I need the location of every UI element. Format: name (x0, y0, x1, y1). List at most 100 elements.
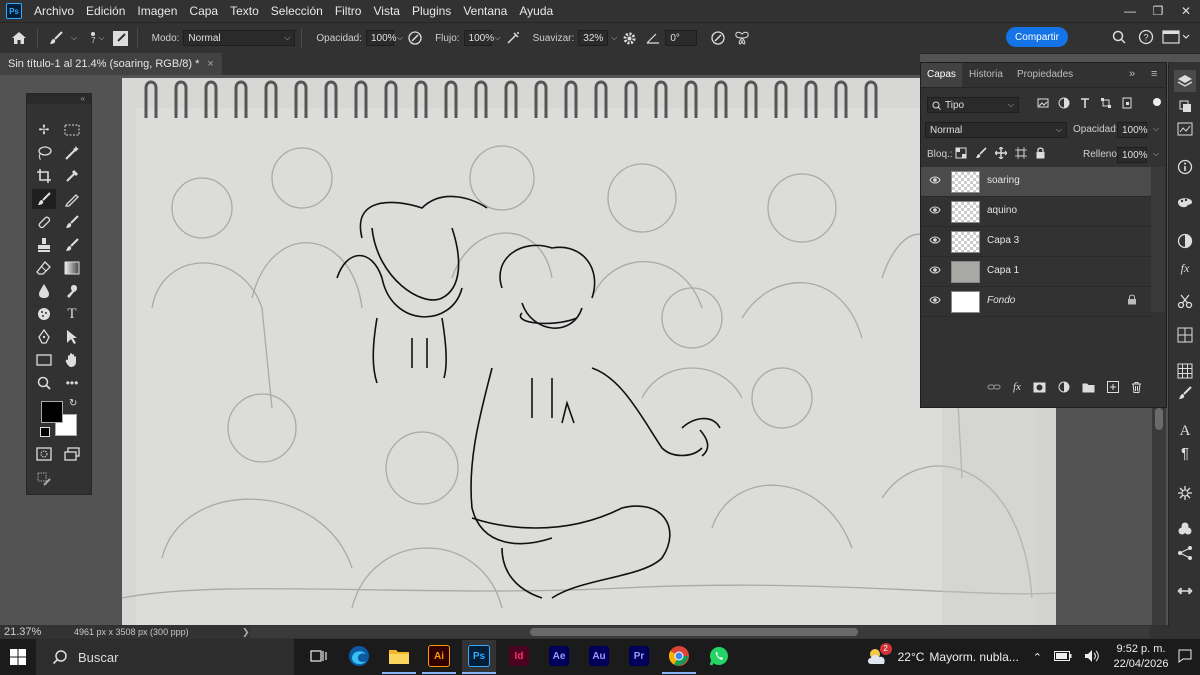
mode-select[interactable]: Normal ⌵ (183, 30, 296, 46)
more-tools-icon[interactable]: ••• (60, 373, 84, 393)
adjustments-panel-icon[interactable] (1174, 230, 1196, 252)
menu-imagen[interactable]: Imagen (131, 0, 183, 22)
lock-all-icon[interactable] (1035, 147, 1046, 159)
collapse-icon[interactable]: « (27, 94, 91, 104)
angle-field[interactable]: 0° (665, 30, 698, 46)
chevron-down-icon[interactable]: ⌵ (495, 33, 501, 43)
layer-row-soaring[interactable]: soaring (921, 167, 1151, 197)
eraser-icon[interactable] (32, 258, 56, 278)
chrome-icon[interactable] (662, 640, 696, 674)
after-effects-icon[interactable]: Ae (542, 640, 576, 674)
edge-icon[interactable] (342, 640, 376, 674)
opacity-field[interactable]: 100% (366, 30, 397, 46)
menu-ayuda[interactable]: Ayuda (513, 0, 559, 22)
visibility-eye-icon[interactable] (929, 235, 941, 248)
lock-pixels-icon[interactable] (975, 147, 987, 159)
flow-field[interactable]: 100% (463, 30, 494, 46)
whatsapp-icon[interactable] (702, 640, 736, 674)
layer-mask-icon[interactable] (1033, 382, 1046, 393)
history-brush-icon[interactable] (60, 235, 84, 255)
healing-brush-icon[interactable] (32, 212, 56, 232)
close-icon[interactable]: × (207, 58, 213, 70)
search-icon[interactable] (1110, 28, 1128, 46)
shape-filter-icon[interactable] (1100, 97, 1112, 109)
tab-propiedades[interactable]: Propiedades (1011, 63, 1079, 87)
chevron-down-icon[interactable]: ⌵ (611, 33, 617, 43)
symmetry-butterfly-icon[interactable] (733, 29, 751, 47)
horizontal-scroll-thumb[interactable] (530, 628, 858, 636)
adjustment-filter-icon[interactable] (1058, 97, 1070, 109)
filter-toggle-icon[interactable] (1153, 98, 1161, 106)
pen-tool-icon[interactable] (32, 327, 56, 347)
rectangle-tool-icon[interactable] (32, 350, 56, 370)
lasso-tool-icon[interactable] (32, 143, 56, 163)
swatches-grid-icon[interactable] (1174, 360, 1196, 382)
chevron-down-icon[interactable]: ⌵ (1153, 124, 1159, 134)
chevron-down-icon[interactable]: ⌵ (1153, 149, 1159, 159)
battery-icon[interactable] (1054, 650, 1072, 664)
workspace-icon[interactable] (1162, 28, 1192, 46)
brush-preset-picker[interactable]: 7 (91, 31, 96, 45)
panel-menu-icon[interactable]: ≡ (1151, 68, 1157, 80)
menu-archivo[interactable]: Archivo (28, 0, 80, 22)
visibility-eye-icon[interactable] (929, 265, 941, 278)
notifications-icon[interactable] (1178, 649, 1192, 666)
type-tool-icon[interactable]: T (60, 304, 84, 324)
share-button[interactable]: Compartir (1006, 27, 1068, 47)
collapse-panel-icon[interactable]: » (1129, 68, 1135, 80)
fx-icon[interactable]: fx (1013, 381, 1021, 393)
indesign-icon[interactable]: Id (502, 640, 536, 674)
mixer-brush-icon[interactable] (60, 212, 84, 232)
layers-scrollbar[interactable] (1151, 167, 1165, 312)
glyphs-icon[interactable] (1174, 482, 1196, 504)
airbrush-icon[interactable] (504, 29, 522, 47)
document-canvas[interactable] (122, 78, 1056, 625)
pressure-opacity-icon[interactable] (406, 29, 424, 47)
pencil-icon[interactable] (60, 189, 84, 209)
character-panel-icon[interactable]: A (1174, 420, 1196, 442)
new-layer-icon[interactable] (1106, 381, 1119, 393)
quick-mask-icon[interactable] (32, 444, 56, 464)
visibility-eye-icon[interactable] (929, 205, 941, 218)
audition-icon[interactable]: Au (582, 640, 616, 674)
menu-vista[interactable]: Vista (367, 0, 405, 22)
menu-plugins[interactable]: Plugins (406, 0, 457, 22)
move-tool-icon[interactable]: ✢ (32, 120, 56, 140)
adjustment-layer-icon[interactable] (1058, 381, 1070, 393)
foreground-color-swatch[interactable] (41, 401, 63, 423)
stamp-tool-icon[interactable] (32, 235, 56, 255)
menu-seleccion[interactable]: Selección (265, 0, 329, 22)
screen-mode-icon[interactable] (60, 444, 84, 464)
file-explorer-icon[interactable] (382, 640, 416, 674)
taskbar-clock[interactable]: 9:52 p. m. 22/04/2026 (1106, 642, 1176, 672)
chevron-down-icon[interactable]: ⌵ (71, 33, 77, 43)
tab-capas[interactable]: Capas (921, 63, 962, 87)
menu-edicion[interactable]: Edición (80, 0, 131, 22)
styles-fx-icon[interactable]: fx (1174, 257, 1196, 279)
selection-arrow-icon[interactable] (60, 327, 84, 347)
home-icon[interactable] (10, 29, 28, 47)
history-panel-icon[interactable] (1174, 95, 1196, 117)
brush-tool-icon[interactable] (47, 29, 65, 47)
close-icon[interactable]: ✕ (1172, 0, 1200, 22)
folder-icon[interactable] (1082, 382, 1095, 393)
blend-mode-select[interactable]: Normal ⌵ (925, 122, 1067, 138)
menu-capa[interactable]: Capa (183, 0, 224, 22)
brush-tool-icon[interactable] (32, 189, 56, 209)
lock-position-icon[interactable] (995, 147, 1007, 159)
paragraph-icon[interactable]: ¶ (1174, 442, 1196, 464)
swap-colors-icon[interactable]: ↻ (69, 398, 77, 409)
magic-wand-icon[interactable] (60, 143, 84, 163)
premiere-icon[interactable]: Pr (622, 640, 656, 674)
weather-widget[interactable]: 2 22°C Mayorm. nubla... (866, 643, 1019, 667)
fill-field[interactable]: 100% (1117, 147, 1148, 163)
layer-row-aquino[interactable]: aquino (921, 197, 1151, 227)
pressure-size-icon[interactable] (709, 29, 727, 47)
smart-object-filter-icon[interactable] (1121, 97, 1133, 109)
task-view-icon[interactable] (302, 640, 336, 674)
lock-transparency-icon[interactable] (955, 147, 967, 159)
horizontal-scrollbar[interactable] (250, 626, 1150, 638)
smooth-field[interactable]: 32% (578, 30, 609, 46)
chevron-down-icon[interactable]: ⌵ (99, 33, 105, 43)
document-tab[interactable]: Sin título-1 al 21.4% (soaring, RGB/8) *… (0, 53, 222, 75)
